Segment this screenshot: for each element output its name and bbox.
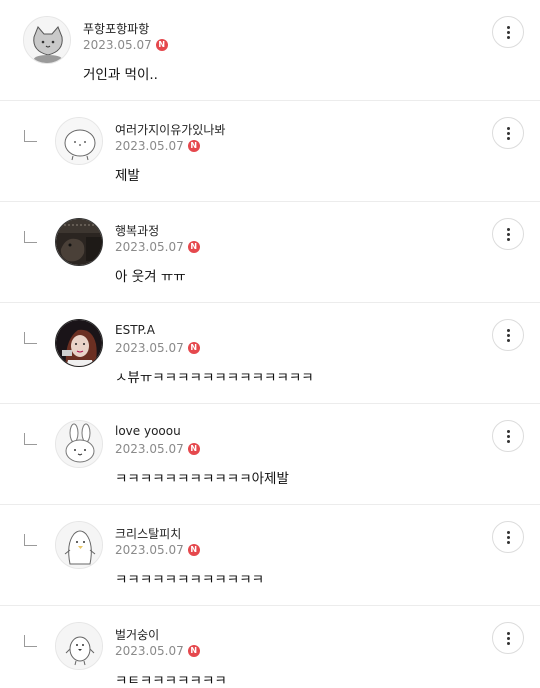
bird-avatar[interactable] (55, 622, 103, 670)
reply-item: 크리스탈피치 2023.05.07 N ㅋㅋㅋㅋㅋㅋㅋㅋㅋㅋㅋㅋ (0, 505, 540, 606)
comment-text: ㅋㅌㅋㅋㅋㅋㅋㅋㅋ (115, 673, 227, 688)
comment-date: 2023.05.07 (115, 240, 184, 254)
reply-item: 벌거숭이 2023.05.07 N ㅋㅌㅋㅋㅋㅋㅋㅋㅋ (0, 606, 540, 688)
more-options-button[interactable] (492, 218, 524, 250)
reply-item: love yooou 2023.05.07 N ㅋㅋㅋㅋㅋㅋㅋㅋㅋㅋㅋ아제발 (0, 404, 540, 505)
comment-date: 2023.05.07 (83, 38, 152, 52)
reply-item: 행복과정 2023.05.07 N 아 웃겨 ㅠㅠ (0, 202, 540, 303)
comment-nickname[interactable]: 크리스탈피치 (115, 525, 181, 542)
new-badge: N (155, 39, 168, 51)
comment-meta: 2023.05.07 N (115, 240, 200, 254)
comment-text: ㅋㅋㅋㅋㅋㅋㅋㅋㅋㅋㅋㅋ (115, 572, 265, 588)
penguin-avatar[interactable] (55, 521, 103, 569)
comment-date: 2023.05.07 (115, 341, 184, 355)
more-vertical-icon (506, 25, 510, 29)
new-badge: N (187, 140, 200, 152)
more-options-button[interactable] (492, 117, 524, 149)
reply-arrow-icon (24, 635, 37, 647)
comment-nickname[interactable]: ESTP.A (115, 323, 155, 337)
new-badge: N (187, 544, 200, 556)
more-vertical-icon (506, 530, 510, 534)
dark-photo-avatar[interactable] (55, 218, 103, 266)
bunny-avatar[interactable] (55, 420, 103, 468)
comment-meta: 2023.05.07 N (83, 38, 168, 52)
reply-item: ESTP.A 2023.05.07 N ㅅ뷰ㅠㅋㅋㅋㅋㅋㅋㅋㅋㅋㅋㅋㅋㅋ (0, 303, 540, 404)
white-blob-avatar[interactable] (55, 117, 103, 165)
comment-date: 2023.05.07 (115, 644, 184, 658)
comment-meta: 2023.05.07 N (115, 644, 200, 658)
reply-arrow-icon (24, 130, 37, 142)
more-vertical-icon (506, 328, 510, 332)
gray-cat-avatar[interactable] (23, 16, 71, 64)
more-vertical-icon (506, 631, 510, 635)
reply-arrow-icon (24, 332, 37, 344)
new-badge: N (187, 443, 200, 455)
more-options-button[interactable] (492, 319, 524, 351)
reply-arrow-icon (24, 534, 37, 546)
comment-item: 푸항포항파항 2023.05.07 N 거인과 먹이.. (0, 0, 540, 101)
person-photo-avatar[interactable] (55, 319, 103, 367)
comment-nickname[interactable]: 여러가지이유가있나봐 (115, 121, 225, 138)
reply-arrow-icon (24, 231, 37, 243)
new-badge: N (187, 241, 200, 253)
new-badge: N (187, 645, 200, 657)
comment-date: 2023.05.07 (115, 139, 184, 153)
comment-meta: 2023.05.07 N (115, 341, 200, 355)
comment-nickname[interactable]: love yooou (115, 424, 181, 438)
comment-date: 2023.05.07 (115, 442, 184, 456)
comment-meta: 2023.05.07 N (115, 442, 200, 456)
more-options-button[interactable] (492, 16, 524, 48)
comment-nickname[interactable]: 행복과정 (115, 222, 159, 239)
comment-nickname[interactable]: 푸항포항파항 (83, 20, 149, 37)
comment-text: 제발 (115, 168, 140, 184)
more-vertical-icon (506, 227, 510, 231)
comment-text: ㅋㅋㅋㅋㅋㅋㅋㅋㅋㅋㅋ아제발 (115, 471, 289, 487)
reply-arrow-icon (24, 433, 37, 445)
new-badge: N (187, 342, 200, 354)
more-vertical-icon (506, 126, 510, 130)
comment-text: 아 웃겨 ㅠㅠ (115, 269, 186, 285)
more-vertical-icon (506, 429, 510, 433)
reply-item: 여러가지이유가있나봐 2023.05.07 N 제발 (0, 101, 540, 202)
comment-meta: 2023.05.07 N (115, 139, 200, 153)
comment-date: 2023.05.07 (115, 543, 184, 557)
comment-text: 거인과 먹이.. (83, 67, 158, 83)
comment-nickname[interactable]: 벌거숭이 (115, 626, 159, 643)
more-options-button[interactable] (492, 521, 524, 553)
more-options-button[interactable] (492, 420, 524, 452)
comment-meta: 2023.05.07 N (115, 543, 200, 557)
more-options-button[interactable] (492, 622, 524, 654)
comment-text: ㅅ뷰ㅠㅋㅋㅋㅋㅋㅋㅋㅋㅋㅋㅋㅋㅋ (115, 370, 314, 386)
